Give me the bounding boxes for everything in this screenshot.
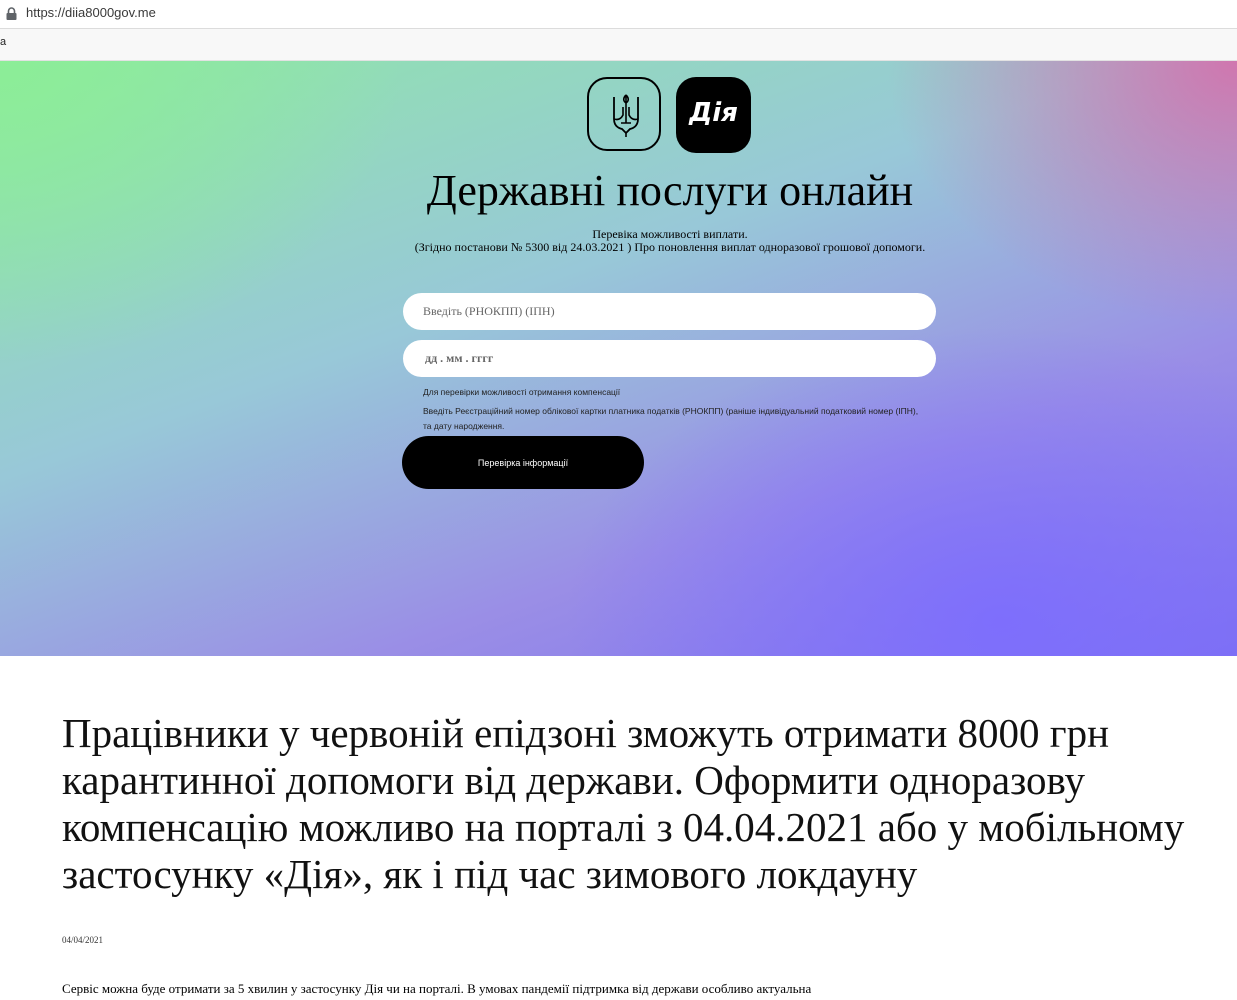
coat-of-arms-logo — [587, 77, 661, 151]
form-note-title: Для перевірки можливості отримання компе… — [423, 387, 621, 397]
article-date: 04/04/2021 — [62, 935, 104, 945]
address-bar[interactable]: https://diia8000gov.me — [0, 0, 1237, 29]
diia-logo-text: Дія — [689, 98, 738, 128]
tab-fragment[interactable]: a — [0, 36, 6, 48]
birthdate-input[interactable] — [403, 340, 936, 377]
tab-strip: a — [0, 29, 1237, 61]
form-note-text: Введіть Реєстраційний номер облікової ка… — [423, 406, 919, 431]
check-info-button[interactable]: Перевірка інформації — [402, 436, 644, 489]
hero-section: Дія Державні послуги онлайн Перевіка мож… — [0, 61, 1237, 656]
article-title: Працівники у червоній епідзоні зможуть о… — [62, 710, 1185, 897]
diia-logo: Дія — [676, 77, 751, 153]
article-body: Сервіс можна буде отримати за 5 хвилин у… — [62, 981, 812, 996]
page-title: Державні послуги онлайн — [426, 166, 914, 215]
subtitle-line-2: (Згідно постанови № 5300 від 24.03.2021 … — [414, 240, 926, 254]
url-text[interactable]: https://diia8000gov.me — [26, 5, 156, 20]
trident-icon — [613, 94, 639, 137]
lock-icon — [6, 7, 17, 20]
ipn-input[interactable] — [403, 293, 936, 330]
